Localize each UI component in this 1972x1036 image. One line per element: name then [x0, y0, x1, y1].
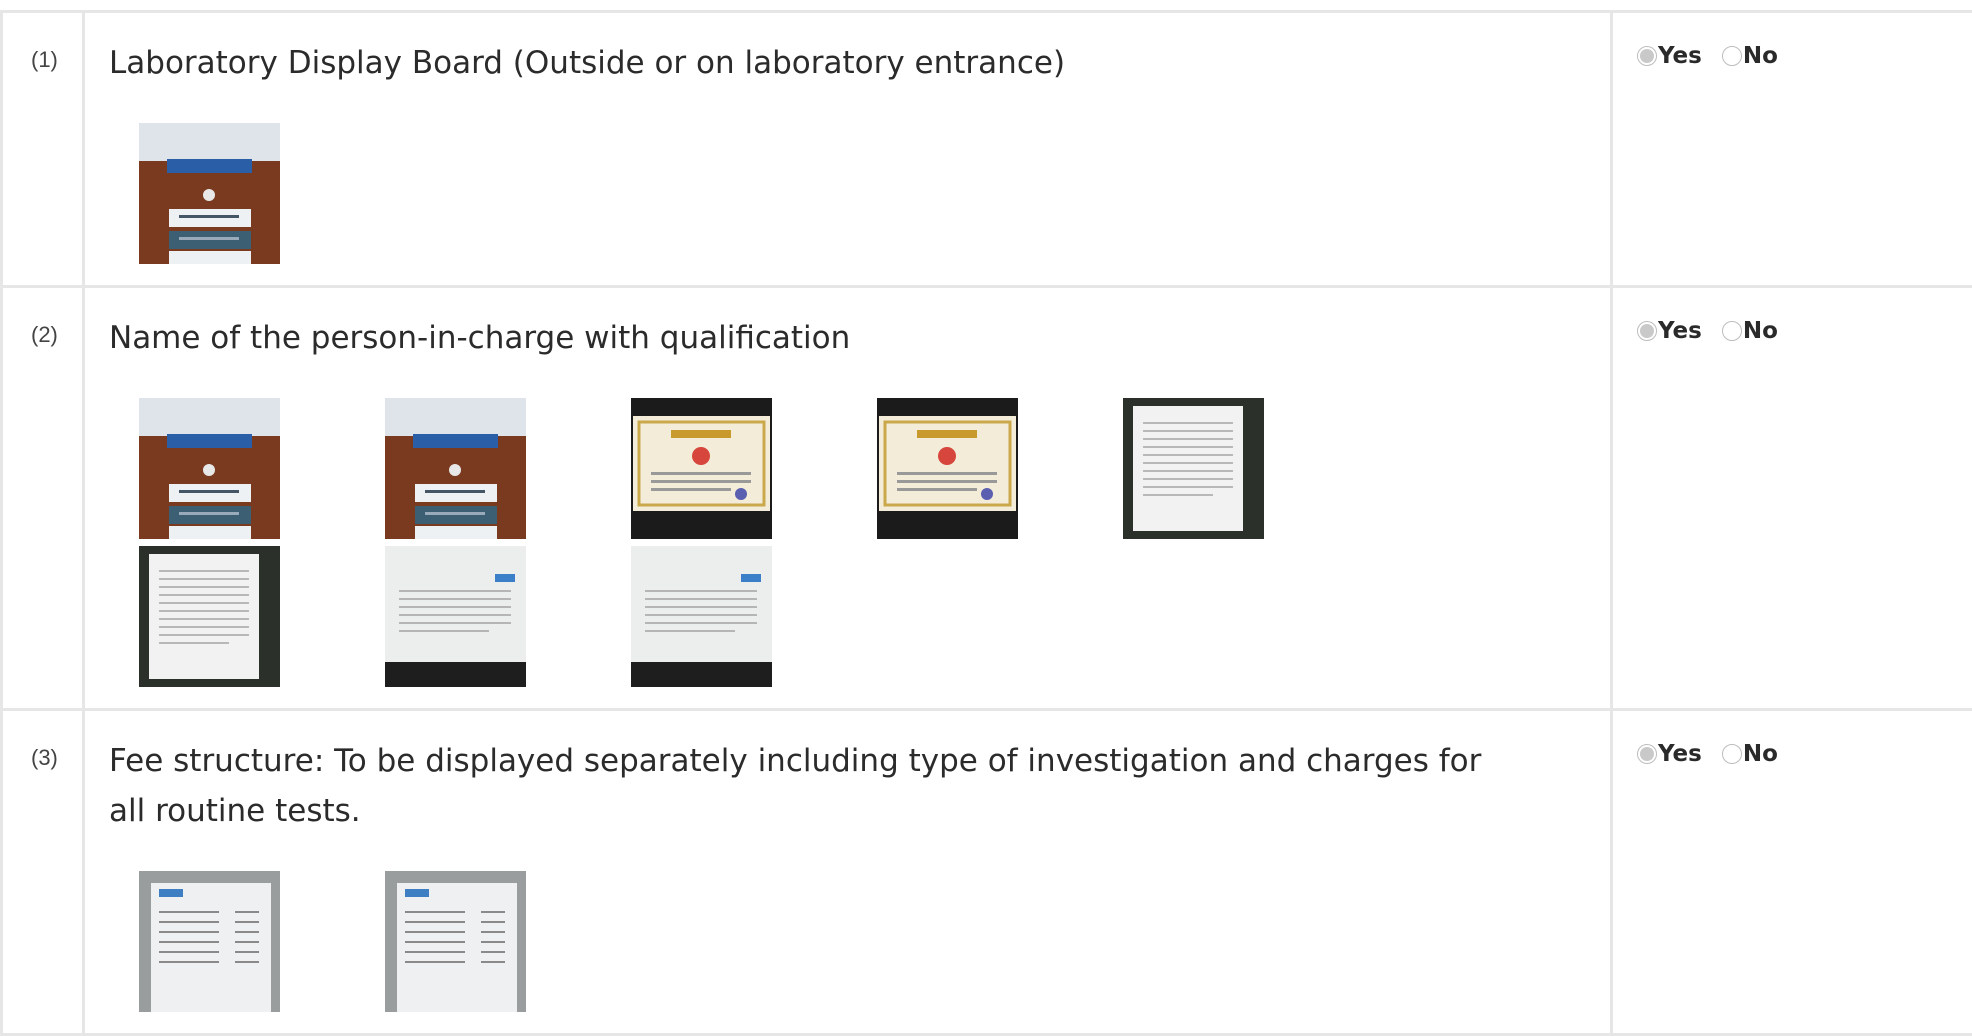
answer-cell: Yes No: [1612, 287, 1972, 710]
evidence-thumbnail-door-sign-photo[interactable]: [139, 123, 280, 264]
radio-label-yes: Yes: [1658, 43, 1702, 69]
thumbnail-gallery: [85, 363, 1565, 708]
radio-option-no[interactable]: No: [1722, 43, 1778, 69]
serial-cell: (1): [2, 12, 84, 287]
radio-option-yes[interactable]: Yes: [1637, 741, 1702, 767]
evidence-thumbnail-certificate-photo[interactable]: [877, 398, 1018, 539]
serial-number: (1): [3, 13, 82, 73]
radio-button-no[interactable]: [1722, 321, 1742, 341]
evidence-thumbnail-fee-chart-photo[interactable]: [385, 871, 526, 1012]
checklist-row: (3) Fee structure: To be displayed separ…: [2, 710, 1972, 1035]
radio-button-no[interactable]: [1722, 744, 1742, 764]
answer-cell: Yes No: [1612, 710, 1972, 1035]
radio-option-yes[interactable]: Yes: [1637, 318, 1702, 344]
radio-option-no[interactable]: No: [1722, 741, 1778, 767]
item-title: Fee structure: To be displayed separatel…: [85, 711, 1610, 836]
radio-option-no[interactable]: No: [1722, 318, 1778, 344]
evidence-thumbnail-door-sign-photo[interactable]: [139, 398, 280, 539]
yes-no-radio-group: Yes No: [1613, 711, 1972, 767]
radio-button-yes[interactable]: [1637, 744, 1657, 764]
radio-option-yes[interactable]: Yes: [1637, 43, 1702, 69]
checklist-row: (2) Name of the person-in-charge with qu…: [2, 287, 1972, 710]
radio-button-no[interactable]: [1722, 46, 1742, 66]
yes-no-radio-group: Yes No: [1613, 288, 1972, 344]
content-cell: Laboratory Display Board (Outside or on …: [84, 12, 1612, 287]
item-title: Name of the person-in-charge with qualif…: [85, 288, 1610, 363]
thumbnail-gallery: [85, 836, 1565, 1033]
evidence-thumbnail-document-photo[interactable]: [1123, 398, 1264, 539]
radio-label-no: No: [1743, 741, 1778, 767]
yes-no-radio-group: Yes No: [1613, 13, 1972, 69]
evidence-thumbnail-fee-chart-photo[interactable]: [139, 871, 280, 1012]
serial-number: (3): [3, 711, 82, 771]
radio-label-no: No: [1743, 43, 1778, 69]
evidence-thumbnail-certificate-photo[interactable]: [631, 398, 772, 539]
evidence-thumbnail-door-sign-photo[interactable]: [385, 398, 526, 539]
content-cell: Fee structure: To be displayed separatel…: [84, 710, 1612, 1035]
answer-cell: Yes No: [1612, 12, 1972, 287]
serial-number: (2): [3, 288, 82, 348]
checklist-table: (1) Laboratory Display Board (Outside or…: [0, 10, 1972, 1036]
thumbnail-gallery: [85, 88, 1565, 285]
item-title: Laboratory Display Board (Outside or on …: [85, 13, 1610, 88]
radio-label-yes: Yes: [1658, 318, 1702, 344]
radio-label-no: No: [1743, 318, 1778, 344]
checklist-row: (1) Laboratory Display Board (Outside or…: [2, 12, 1972, 287]
evidence-thumbnail-letter-photo[interactable]: [385, 546, 526, 687]
evidence-thumbnail-document-photo[interactable]: [139, 546, 280, 687]
radio-label-yes: Yes: [1658, 741, 1702, 767]
evidence-thumbnail-letter-photo[interactable]: [631, 546, 772, 687]
radio-button-yes[interactable]: [1637, 321, 1657, 341]
radio-button-yes[interactable]: [1637, 46, 1657, 66]
serial-cell: (2): [2, 287, 84, 710]
content-cell: Name of the person-in-charge with qualif…: [84, 287, 1612, 710]
serial-cell: (3): [2, 710, 84, 1035]
